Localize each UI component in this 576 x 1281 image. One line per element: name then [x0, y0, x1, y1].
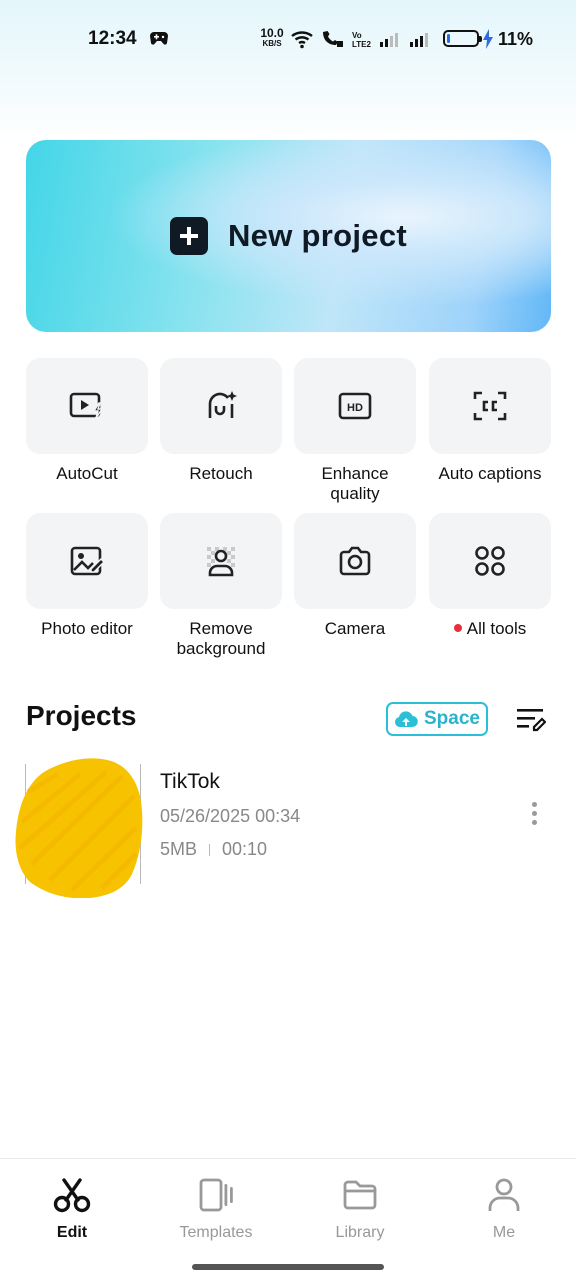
tool-card [429, 358, 551, 454]
cloud-upload-icon [394, 711, 418, 728]
nav-library[interactable]: Library [300, 1177, 420, 1242]
space-button[interactable]: Space [386, 702, 488, 736]
svg-text:HD: HD [347, 402, 363, 414]
tool-card [294, 513, 416, 609]
more-options-icon[interactable] [527, 802, 541, 830]
tool-label: Remove background [176, 619, 266, 658]
battery-percent: 11% [498, 29, 534, 49]
tool-label: Enhance quality [321, 464, 389, 503]
projects-title: Projects [26, 700, 137, 731]
remove-bg-icon [207, 547, 235, 577]
tool-photo-editor[interactable]: Photo editor [26, 513, 148, 639]
tool-card: HD [294, 358, 416, 454]
nav-templates[interactable]: Templates [156, 1177, 276, 1242]
tool-label: Photo editor [41, 619, 133, 638]
network-speed-unit: KB/S [262, 39, 282, 48]
nav-label: Edit [56, 1224, 88, 1241]
svg-text:LTE2: LTE2 [352, 40, 372, 49]
bottom-nav: Edit Templates Library Me [0, 1158, 576, 1281]
signal-icon-1 [380, 33, 398, 47]
profile-icon [488, 1178, 520, 1211]
hd-icon: HD [338, 392, 372, 420]
tool-retouch[interactable]: Retouch [160, 358, 282, 484]
wifi-icon [291, 31, 313, 49]
sort-edit-icon[interactable] [516, 706, 546, 732]
tool-card [429, 513, 551, 609]
autocut-icon [69, 392, 104, 419]
space-label: Space [424, 708, 480, 729]
nav-label: Me [492, 1224, 516, 1241]
retouch-icon [208, 391, 237, 418]
templates-icon [199, 1178, 233, 1212]
project-name: TikTok [160, 770, 220, 793]
charging-icon [483, 29, 493, 49]
tool-card [26, 513, 148, 609]
tool-camera[interactable]: Camera [294, 513, 416, 639]
folder-icon [343, 1180, 377, 1210]
tool-card [26, 358, 148, 454]
network-speed-value: 10.0 [260, 26, 284, 40]
project-meta: 5MB 00:10 [160, 839, 267, 860]
tool-label: Camera [324, 619, 386, 638]
new-project-label: New project [227, 218, 407, 253]
meta-separator [209, 844, 211, 856]
tool-autocut[interactable]: AutoCut [26, 358, 148, 484]
project-size: 5MB [160, 839, 198, 859]
tool-card [160, 513, 282, 609]
tool-card [160, 358, 282, 454]
tool-remove-background[interactable]: Remove background [160, 513, 282, 659]
status-bar: 12:34 10.0 KB/S Vo LTE2 11% [0, 0, 576, 78]
project-date: 05/26/2025 00:34 [160, 806, 301, 826]
notification-dot [453, 624, 462, 632]
photo-editor-icon [70, 546, 104, 576]
all-tools-label: All tools [466, 619, 527, 638]
all-tools-icon [475, 546, 505, 576]
status-time: 12:34 [88, 28, 137, 49]
scissors-icon [53, 1178, 91, 1213]
battery-icon [443, 30, 482, 47]
project-thumbnail [15, 758, 143, 898]
tool-auto-captions[interactable]: Auto captions [429, 358, 551, 484]
game-controller-icon [150, 32, 168, 45]
nav-edit[interactable]: Edit [12, 1177, 132, 1242]
wifi-call-icon [323, 31, 343, 47]
captions-icon [473, 391, 507, 421]
tool-all-tools[interactable]: All tools [429, 513, 551, 639]
project-duration: 00:10 [222, 839, 268, 859]
volte-icon: Vo LTE2 [352, 31, 372, 49]
nav-me[interactable]: Me [444, 1177, 564, 1242]
connectivity-icons: Vo LTE2 [291, 31, 428, 49]
tool-enhance-quality[interactable]: HD Enhance quality [294, 358, 416, 504]
tool-label: Auto captions [438, 464, 542, 483]
nav-label: Library [335, 1224, 385, 1241]
tool-label: AutoCut [56, 464, 118, 483]
svg-text:Vo: Vo [352, 31, 362, 40]
tool-label: All tools [429, 619, 551, 639]
new-project-button[interactable]: New project [26, 140, 551, 332]
home-indicator[interactable] [192, 1264, 384, 1270]
network-speed: 10.0 KB/S [258, 26, 286, 49]
camera-icon [339, 546, 371, 576]
plus-icon [169, 217, 208, 255]
signal-icon-2 [410, 33, 428, 47]
nav-label: Templates [179, 1224, 253, 1241]
tool-label: Retouch [189, 464, 253, 483]
